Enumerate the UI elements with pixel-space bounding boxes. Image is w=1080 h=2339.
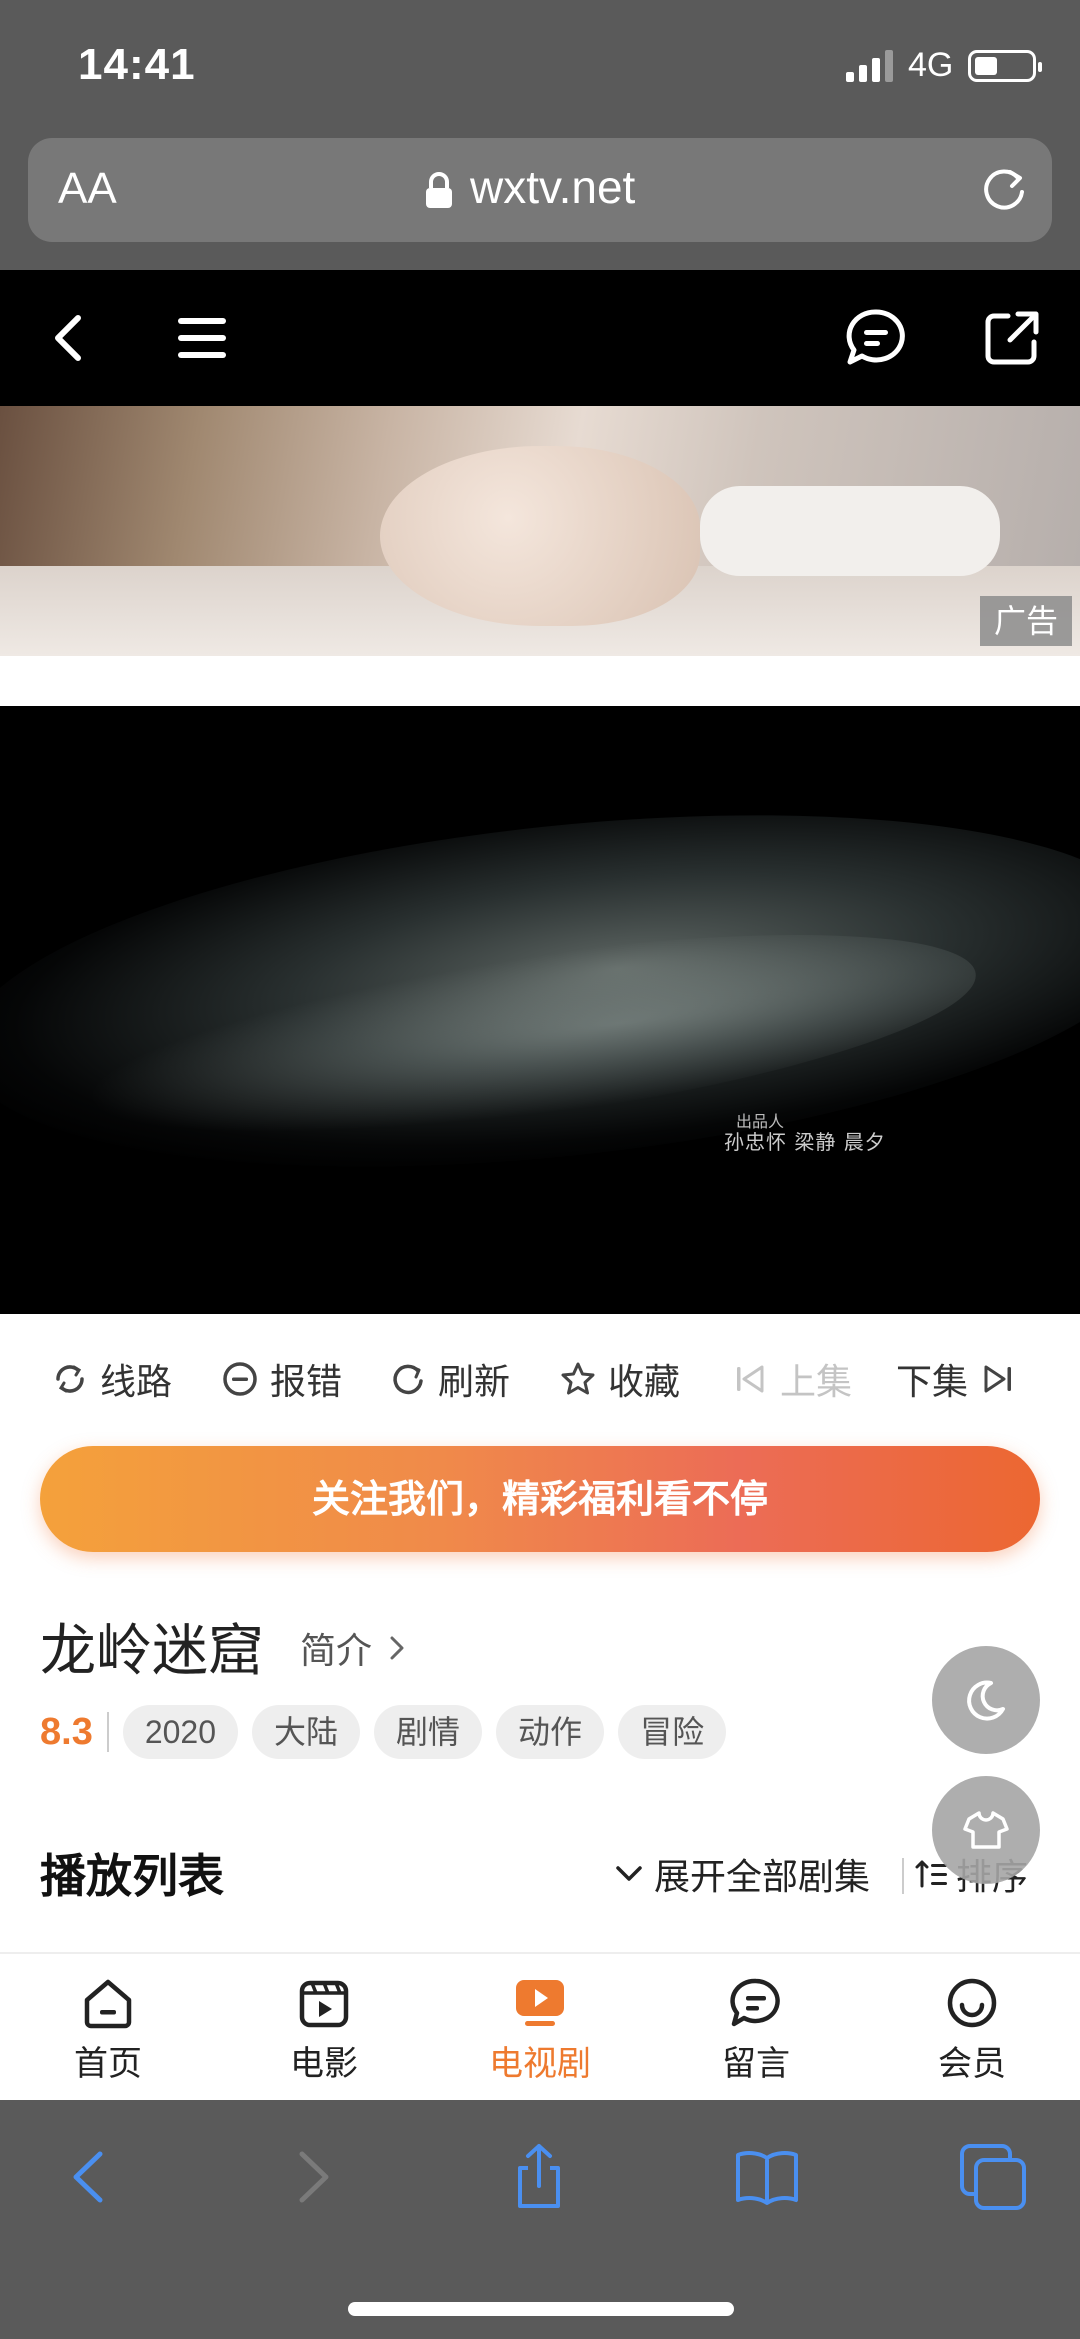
divider xyxy=(106,1712,109,1752)
dark-mode-button[interactable] xyxy=(932,1646,1040,1754)
back-icon[interactable] xyxy=(36,304,104,372)
report-button[interactable]: 报错 xyxy=(220,1344,342,1414)
tab-movies[interactable]: 电影 xyxy=(254,1974,394,2085)
lock-icon xyxy=(426,172,452,208)
intro-label: 简介 xyxy=(300,1631,373,1672)
signal-icon xyxy=(846,50,893,82)
expand-all-label: 展开全部剧集 xyxy=(654,1857,871,1898)
route-button[interactable]: 线路 xyxy=(50,1344,172,1414)
tag-region[interactable]: 大陆 xyxy=(252,1705,361,1759)
message-icon[interactable] xyxy=(842,304,910,372)
tab-tv-series[interactable]: 电视剧 xyxy=(470,1974,610,2085)
playlist-title: 播放列表 xyxy=(40,1849,224,1903)
prev-icon xyxy=(737,1365,764,1393)
bookmarks-icon[interactable] xyxy=(732,2142,802,2212)
message-icon xyxy=(730,1978,780,2027)
refresh-button[interactable]: 刷新 xyxy=(388,1344,510,1414)
reload-icon[interactable] xyxy=(978,164,1030,216)
prev-episode-label: 上集 xyxy=(780,1362,853,1403)
text-size-button[interactable]: AA xyxy=(58,164,117,214)
shirt-icon xyxy=(963,1811,1009,1849)
favorite-button[interactable]: 收藏 xyxy=(558,1344,680,1414)
ad-badge: 广告 xyxy=(980,596,1072,646)
player-actions: 线路 报错 刷新 收藏 上集 下集 xyxy=(0,1344,1080,1414)
url-domain[interactable]: wxtv.net xyxy=(470,160,635,214)
show-title: 龙岭迷窟 xyxy=(40,1619,264,1684)
menu-icon[interactable] xyxy=(168,304,236,372)
home-icon xyxy=(84,1979,132,2029)
tab-member-label: 会员 xyxy=(938,2044,1006,2084)
spacer xyxy=(0,656,1080,706)
detail-panel: 线路 报错 刷新 收藏 上集 下集 关注我们，精彩福利看不停 龙岭迷窟 简介 8… xyxy=(0,1314,1080,1952)
tab-member[interactable]: 会员 xyxy=(902,1974,1042,2085)
show-meta: 8.3 2020 大陆 剧情 动作 冒险 xyxy=(40,1704,740,1760)
ad-image-pillow xyxy=(700,486,1000,576)
tag-genre-action[interactable]: 动作 xyxy=(496,1705,605,1759)
refresh-icon xyxy=(393,1364,423,1395)
browser-forward-icon[interactable] xyxy=(276,2142,346,2212)
tab-messages[interactable]: 留言 xyxy=(686,1974,826,2085)
chevron-down-icon xyxy=(616,1866,642,1881)
ad-image-figure xyxy=(380,446,700,626)
member-icon xyxy=(947,1978,997,2028)
tv-icon xyxy=(516,1980,564,2026)
video-credit-names: 孙忠怀 梁静 晨夕 xyxy=(724,1130,886,1154)
expand-all-episodes-button[interactable]: 展开全部剧集 xyxy=(612,1848,870,1900)
tag-genre-adventure[interactable]: 冒险 xyxy=(618,1705,727,1759)
video-player[interactable]: 出品人 孙忠怀 梁静 晨夕 xyxy=(0,706,1080,1314)
network-type: 4G xyxy=(908,46,954,84)
route-label: 线路 xyxy=(100,1362,173,1403)
theme-button[interactable] xyxy=(932,1776,1040,1884)
tabs-icon[interactable] xyxy=(958,2142,1028,2212)
tab-tv-series-label: 电视剧 xyxy=(489,2044,591,2084)
next-episode-label: 下集 xyxy=(896,1362,969,1403)
address-bar[interactable]: AA wxtv.net xyxy=(28,138,1052,242)
status-bar: 14:41 4G xyxy=(0,0,1080,135)
battery-icon xyxy=(968,50,1042,82)
follow-banner-button[interactable]: 关注我们，精彩福利看不停 xyxy=(40,1446,1040,1552)
rating-score: 8.3 xyxy=(40,1710,93,1753)
divider xyxy=(902,1858,904,1894)
browser-back-icon[interactable] xyxy=(56,2142,126,2212)
favorite-label: 收藏 xyxy=(608,1362,681,1403)
tag-genre-drama[interactable]: 剧情 xyxy=(374,1705,483,1759)
refresh-label: 刷新 xyxy=(438,1362,511,1403)
chevron-right-icon xyxy=(390,1636,404,1660)
tab-messages-label: 留言 xyxy=(722,2044,790,2084)
film-icon xyxy=(299,1980,349,2028)
route-icon xyxy=(56,1365,84,1393)
prev-episode-button[interactable]: 上集 xyxy=(730,1344,852,1414)
tab-home-label: 首页 xyxy=(74,2044,142,2084)
intro-link[interactable]: 简介 xyxy=(300,1622,412,1674)
share-icon[interactable] xyxy=(504,2142,574,2212)
tag-year[interactable]: 2020 xyxy=(122,1705,239,1759)
minus-circle-icon xyxy=(223,1362,257,1396)
next-episode-button[interactable]: 下集 xyxy=(896,1344,1018,1414)
next-icon xyxy=(984,1365,1012,1393)
tab-movies-label: 电影 xyxy=(290,2044,358,2084)
status-time: 14:41 xyxy=(78,40,196,89)
tab-home[interactable]: 首页 xyxy=(38,1974,178,2085)
moon-icon xyxy=(967,1680,1005,1721)
share-icon[interactable] xyxy=(978,304,1046,372)
bottom-tab-bar: 首页 电影 电视剧 留言 会员 xyxy=(0,1952,1080,2100)
star-icon xyxy=(561,1362,595,1395)
report-label: 报错 xyxy=(270,1362,343,1403)
site-header xyxy=(0,270,1080,406)
home-indicator xyxy=(348,2302,734,2316)
ad-banner[interactable]: 广告 xyxy=(0,406,1080,656)
